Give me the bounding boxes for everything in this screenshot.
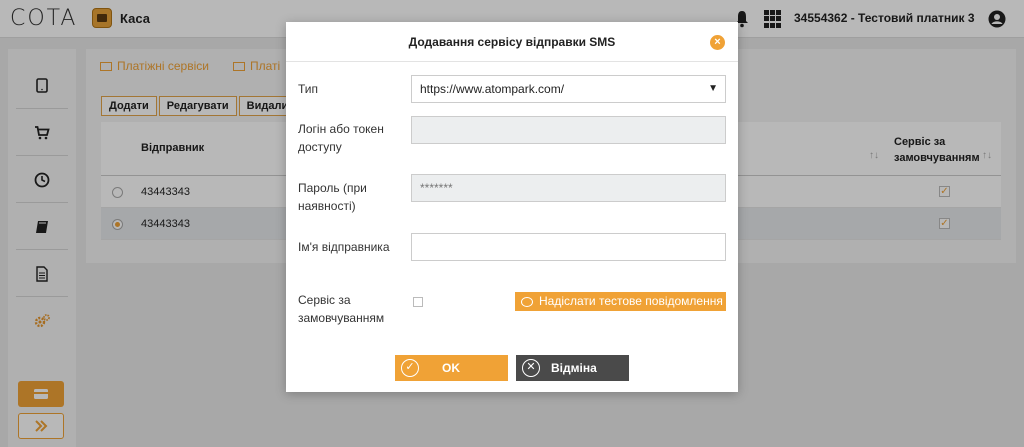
password-label: Пароль (при наявності) <box>298 181 367 213</box>
login-token-field[interactable] <box>411 116 726 144</box>
type-label: Тип <box>298 82 319 96</box>
cancel-button[interactable]: ✕ Відміна <box>516 355 629 381</box>
check-circle-icon: ✓ <box>401 359 419 377</box>
password-field[interactable] <box>411 174 726 202</box>
sender-name-label: Ім'я відправника <box>298 240 390 254</box>
default-service-label: Сервіс за замовчуванням <box>298 293 385 325</box>
chevron-down-icon: ▼ <box>708 83 718 94</box>
type-select[interactable]: https://www.atompark.com/ ▼ <box>411 75 726 103</box>
send-test-message-label: Надіслати тестове повідомлення <box>539 294 723 308</box>
add-sms-service-dialog: Додавання сервісу відправки SMS × Тип ht… <box>286 22 738 392</box>
ok-button[interactable]: ✓ OK <box>395 355 508 381</box>
close-circle-icon: ✕ <box>522 359 540 377</box>
ok-button-label: OK <box>442 361 460 375</box>
login-label: Логін або токен доступу <box>298 122 384 154</box>
dialog-title: Додавання сервісу відправки SMS <box>286 22 738 62</box>
send-test-message-button[interactable]: Надіслати тестове повідомлення <box>515 292 726 311</box>
sender-name-field[interactable] <box>411 233 726 261</box>
cancel-button-label: Відміна <box>551 361 597 375</box>
chat-bubble-icon <box>521 296 533 307</box>
close-icon[interactable]: × <box>710 35 725 50</box>
default-service-checkbox[interactable] <box>413 297 423 307</box>
type-select-value: https://www.atompark.com/ <box>420 82 565 96</box>
